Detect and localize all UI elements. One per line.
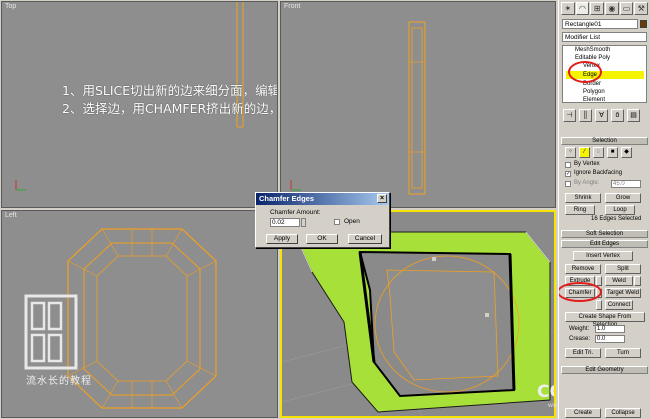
site-logo: CGtit	[537, 382, 554, 402]
selection-rollout-header[interactable]: Selection	[561, 137, 648, 145]
soft-selection-rollout-header[interactable]: Soft Selection	[561, 230, 648, 238]
target-weld-button[interactable]: Target Weld	[605, 288, 641, 298]
front-wireframe	[290, 21, 426, 195]
apply-button[interactable]: Apply	[266, 234, 298, 244]
create-button[interactable]: Create	[565, 408, 601, 418]
remove-modifier-icon[interactable]: ō	[611, 109, 624, 122]
edge-mode-icon[interactable]: ⁄	[579, 147, 590, 158]
border-mode-icon[interactable]: ◌	[593, 147, 604, 158]
object-color-swatch[interactable]	[640, 20, 647, 28]
shrink-button[interactable]: Shrink	[565, 193, 601, 203]
chamfer-edges-dialog[interactable]: Chamfer Edges × Chamfer Amount: 0.02 Ope…	[255, 192, 390, 248]
annotation-circle	[559, 282, 602, 302]
by-vertex-checkbox[interactable]	[565, 162, 571, 168]
bridge-settings-icon[interactable]	[596, 300, 602, 310]
loop-button[interactable]: Loop	[605, 205, 635, 215]
close-icon[interactable]: ×	[377, 194, 387, 203]
command-panel-tabs: ✶ ◠ ⊞ ◉ ▭ ⚒	[561, 2, 649, 16]
create-shape-button[interactable]: Create Shape From Selection	[565, 312, 645, 328]
ring-button[interactable]: Ring	[565, 205, 595, 215]
motion-tab-icon[interactable]: ◉	[605, 2, 619, 15]
annotation-step-1: 1、用SLICE切出新的边来细分面，编辑点的位置	[62, 83, 277, 98]
modifier-list-dropdown[interactable]: Modifier List	[562, 32, 647, 42]
ignore-backfacing-label: Ignore Backfacing	[574, 170, 623, 176]
weld-settings-icon[interactable]	[634, 276, 641, 286]
chamfer-amount-spinner[interactable]	[301, 218, 306, 227]
crease-input[interactable]: 0.0	[595, 335, 625, 343]
by-angle-label: By Angle:	[574, 180, 600, 186]
cancel-button[interactable]: Cancel	[348, 234, 382, 244]
dialog-title-bar[interactable]: Chamfer Edges ×	[256, 193, 389, 205]
stack-item-element[interactable]: Element	[583, 96, 605, 104]
split-button[interactable]: Split	[605, 264, 641, 274]
annotation-circle	[568, 61, 602, 83]
configure-sets-icon[interactable]: ▤	[627, 109, 640, 122]
weight-label: Weight:	[569, 326, 590, 332]
remove-button[interactable]: Remove	[565, 264, 601, 274]
utilities-tab-icon[interactable]: ⚒	[634, 2, 649, 15]
by-angle-checkbox[interactable]	[565, 181, 571, 187]
viewport-top[interactable]: Top 1、用SLICE切出新的边来细分面，编辑点的位置 2、选择边，用CHAM…	[1, 1, 278, 208]
selected-count-text: 16 Edges Selected	[591, 216, 642, 222]
dialog-title: Chamfer Edges	[259, 194, 315, 203]
open-label: Open	[344, 218, 360, 225]
stack-item-meshsmooth[interactable]: MeshSmooth	[575, 46, 610, 54]
ignore-backfacing-checkbox[interactable]: ✓	[565, 171, 571, 177]
crease-label: Crease:	[569, 336, 591, 342]
edit-edges-rollout-header[interactable]: Edit Edges	[561, 240, 648, 248]
element-mode-icon[interactable]: ◆	[621, 147, 632, 158]
make-unique-icon[interactable]: ∀	[595, 109, 608, 122]
create-tab-icon[interactable]: ✶	[561, 2, 575, 15]
show-end-result-icon[interactable]: ║	[579, 109, 592, 122]
stack-item-polygon[interactable]: Polygon	[583, 88, 605, 96]
annotation-step-2: 2、选择边，用CHAMFER挤出新的边，形成硬角	[62, 101, 277, 116]
vertex-mode-icon[interactable]: ⁘	[565, 147, 576, 158]
chamfer-amount-input[interactable]: 0.02	[270, 218, 300, 227]
by-vertex-label: By Vertex	[574, 161, 600, 167]
viewport-front[interactable]: Front	[280, 1, 556, 208]
ok-button[interactable]: OK	[306, 234, 338, 244]
display-tab-icon[interactable]: ▭	[619, 2, 634, 15]
collapse-button[interactable]: Collapse	[605, 408, 641, 418]
hierarchy-tab-icon[interactable]: ⊞	[590, 2, 605, 15]
weld-button[interactable]: Weld	[605, 276, 633, 286]
insert-vertex-button[interactable]: Insert Vertex	[573, 251, 633, 261]
command-panel: ✶ ◠ ⊞ ◉ ▭ ⚒ Rectangle01 Modifier List Me…	[558, 0, 650, 419]
open-checkbox[interactable]	[334, 219, 340, 225]
watermark-text: 流水长的教程	[26, 376, 92, 387]
connect-button[interactable]: Connect	[605, 300, 633, 310]
edit-geometry-rollout-header[interactable]: Edit Geometry	[561, 366, 648, 374]
weight-input[interactable]: 1.0	[595, 325, 625, 333]
object-name-field[interactable]: Rectangle01	[562, 19, 638, 29]
chamfer-amount-label: Chamfer Amount:	[270, 209, 321, 216]
turn-button[interactable]: Turn	[605, 348, 641, 358]
modify-tab-icon[interactable]: ◠	[575, 2, 590, 15]
polygon-mode-icon[interactable]: ■	[607, 147, 618, 158]
by-angle-input[interactable]: 45.0	[611, 180, 641, 188]
extrude-settings-icon[interactable]	[596, 276, 602, 286]
edit-tri-button[interactable]: Edit Tri.	[565, 348, 601, 358]
pin-stack-icon[interactable]: ⊣	[563, 109, 576, 122]
grow-button[interactable]: Grow	[605, 193, 641, 203]
